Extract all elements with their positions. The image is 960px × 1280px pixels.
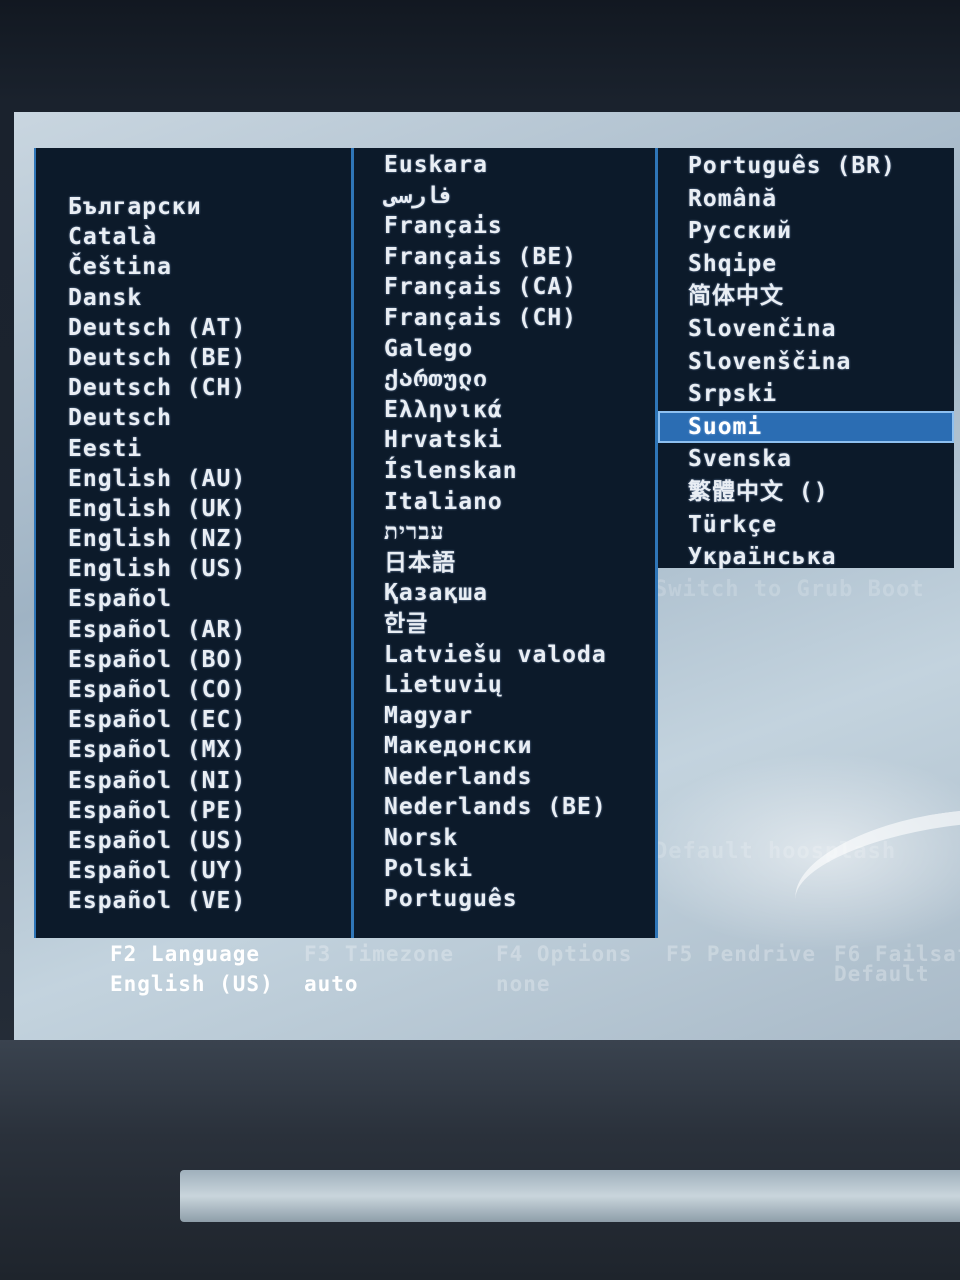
- language-option[interactable]: Magyar: [354, 701, 655, 732]
- language-menu: Български Català Čeština Dansk Deutsch (AT) D…: [34, 148, 954, 938]
- language-option[interactable]: Македонски: [354, 731, 655, 762]
- language-option[interactable]: Português (BR): [658, 150, 954, 183]
- language-option[interactable]: Български: [36, 192, 351, 222]
- f3-timezone-value: auto: [304, 972, 359, 996]
- language-option[interactable]: 简体中文: [658, 280, 954, 313]
- language-option[interactable]: Shqipe: [658, 248, 954, 281]
- language-option[interactable]: Nederlands (BE): [354, 792, 655, 823]
- language-column-1: Български Català Čeština Dansk Deutsch (AT) D…: [34, 148, 354, 938]
- language-option[interactable]: Català: [36, 222, 351, 252]
- language-option[interactable]: Íslenskan: [354, 456, 655, 487]
- language-option[interactable]: ქართული: [354, 364, 655, 395]
- language-option[interactable]: Italiano: [354, 487, 655, 518]
- language-option[interactable]: עברית: [354, 517, 655, 548]
- boot-screen: Switch to Grub Boot Default hoosplash Бъ…: [14, 112, 960, 1040]
- function-key-bar: F2 Language F3 Timezone F4 Options F5 Pe…: [110, 942, 960, 996]
- language-option[interactable]: Español (PE): [36, 796, 351, 826]
- language-option[interactable]: Deutsch (AT): [36, 313, 351, 343]
- language-option[interactable]: Čeština: [36, 252, 351, 282]
- language-option[interactable]: Español (NI): [36, 766, 351, 796]
- language-option[interactable]: Slovenčina: [658, 313, 954, 346]
- language-option[interactable]: Norsk: [354, 823, 655, 854]
- language-option[interactable]: Español (VE): [36, 886, 351, 916]
- language-option[interactable]: Français: [354, 211, 655, 242]
- language-option[interactable]: Ελληνικά: [354, 395, 655, 426]
- language-option[interactable]: Română: [658, 183, 954, 216]
- language-option[interactable]: Français (BE): [354, 242, 655, 273]
- language-option[interactable]: Lietuvių: [354, 670, 655, 701]
- language-column-2: Euskara فارسی Français Français (BE) Françai…: [354, 148, 658, 938]
- language-option[interactable]: Español (MX): [36, 735, 351, 765]
- language-option[interactable]: Polski: [354, 854, 655, 885]
- language-option[interactable]: Español: [36, 584, 351, 614]
- language-option[interactable]: Español (UY): [36, 856, 351, 886]
- language-option[interactable]: English (UK): [36, 494, 351, 524]
- language-option[interactable]: Slovenščina: [658, 346, 954, 379]
- language-option[interactable]: Português: [354, 884, 655, 915]
- f5-pendrive-key[interactable]: F5 Pendrive: [666, 942, 816, 966]
- f3-timezone-key[interactable]: F3 Timezone: [304, 942, 454, 966]
- language-option[interactable]: فارسی: [354, 181, 655, 212]
- language-option[interactable]: Español (CO): [36, 675, 351, 705]
- language-option[interactable]: Nederlands: [354, 762, 655, 793]
- f4-options-value: none: [496, 972, 551, 996]
- language-option[interactable]: Español (AR): [36, 615, 351, 645]
- f2-language-value: English (US): [110, 972, 274, 996]
- language-option[interactable]: English (US): [36, 554, 351, 584]
- language-option[interactable]: Hrvatski: [354, 425, 655, 456]
- f4-options-key[interactable]: F4 Options: [496, 942, 632, 966]
- language-option[interactable]: Dansk: [36, 283, 351, 313]
- language-option[interactable]: Українська: [658, 541, 954, 574]
- language-option[interactable]: Srpski: [658, 378, 954, 411]
- language-option[interactable]: 繁體中文 (): [658, 476, 954, 509]
- language-option-selected[interactable]: Suomi: [658, 410, 954, 444]
- language-option[interactable]: Қазақша: [354, 578, 655, 609]
- language-option[interactable]: Español (EC): [36, 705, 351, 735]
- f2-language-key[interactable]: F2 Language: [110, 942, 260, 966]
- language-option[interactable]: Eesti: [36, 434, 351, 464]
- language-option[interactable]: Español (BO): [36, 645, 351, 675]
- language-option[interactable]: English (AU): [36, 464, 351, 494]
- f6-failsafe-value: Default: [834, 962, 930, 986]
- language-option[interactable]: Deutsch (BE): [36, 343, 351, 373]
- language-option[interactable]: Deutsch (CH): [36, 373, 351, 403]
- language-option[interactable]: 한글: [354, 609, 655, 640]
- language-option[interactable]: Français (CH): [354, 303, 655, 334]
- language-option[interactable]: Svenska: [658, 443, 954, 476]
- language-option[interactable]: Русский: [658, 215, 954, 248]
- language-option[interactable]: Euskara: [354, 150, 655, 181]
- language-option[interactable]: 日本語: [354, 548, 655, 579]
- language-option[interactable]: English (NZ): [36, 524, 351, 554]
- language-option[interactable]: Latviešu valoda: [354, 640, 655, 671]
- language-option[interactable]: Français (CA): [354, 272, 655, 303]
- language-column-3: Português (BR) Română Русский Shqipe 简体中文 Slo…: [658, 148, 954, 570]
- language-option[interactable]: Türkçe: [658, 509, 954, 542]
- language-option[interactable]: Español (US): [36, 826, 351, 856]
- laptop-lower-bezel: [0, 1040, 960, 1280]
- laptop-hinge: [180, 1170, 960, 1222]
- language-option[interactable]: Galego: [354, 334, 655, 365]
- language-option[interactable]: Deutsch: [36, 403, 351, 433]
